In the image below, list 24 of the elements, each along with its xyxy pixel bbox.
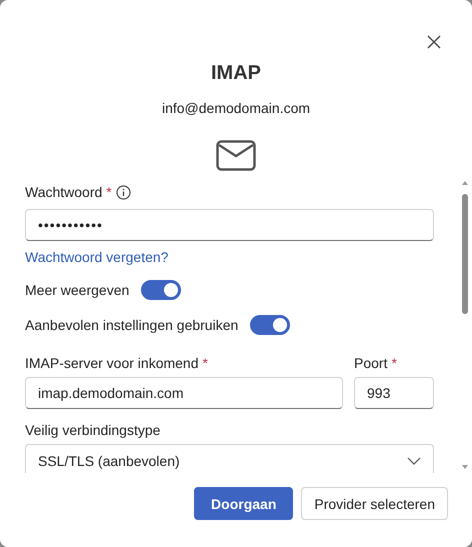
- toggle-label: Aanbevolen instellingen gebruiken: [25, 317, 238, 333]
- dialog-title: IMAP: [210, 61, 262, 85]
- required-mark: *: [106, 183, 112, 201]
- close-icon[interactable]: [427, 35, 441, 49]
- field-label: Poort: [354, 354, 388, 372]
- envelope-icon: [216, 140, 256, 171]
- account-email: info@demodomain.com: [160, 99, 312, 117]
- connection-dropdown[interactable]: SSL/TLS (aanbevolen): [25, 444, 434, 473]
- info-icon[interactable]: [116, 184, 131, 200]
- toggle-label: Meer weergeven: [25, 282, 130, 298]
- required-mark: *: [202, 354, 208, 372]
- field-label: IMAP-server voor inkomend: [25, 354, 199, 372]
- required-mark: *: [391, 354, 397, 372]
- field-label: Wachtwoord: [25, 183, 102, 201]
- server-field[interactable]: imap.demodomain.com: [25, 377, 343, 409]
- toggle-switch[interactable]: [250, 315, 290, 335]
- field-label: Veilig verbindingstype: [25, 421, 160, 439]
- toggle-switch[interactable]: [141, 280, 182, 300]
- password-field[interactable]: •••••••••••: [25, 209, 434, 241]
- port-field[interactable]: 993: [354, 377, 434, 409]
- chevron-icon: [407, 457, 421, 465]
- select-provider-button[interactable]: Provider selecteren: [301, 487, 448, 520]
- forgot-password-link[interactable]: Wachtwoord vergeten?: [25, 248, 168, 266]
- continue-button[interactable]: Doorgaan: [194, 487, 294, 520]
